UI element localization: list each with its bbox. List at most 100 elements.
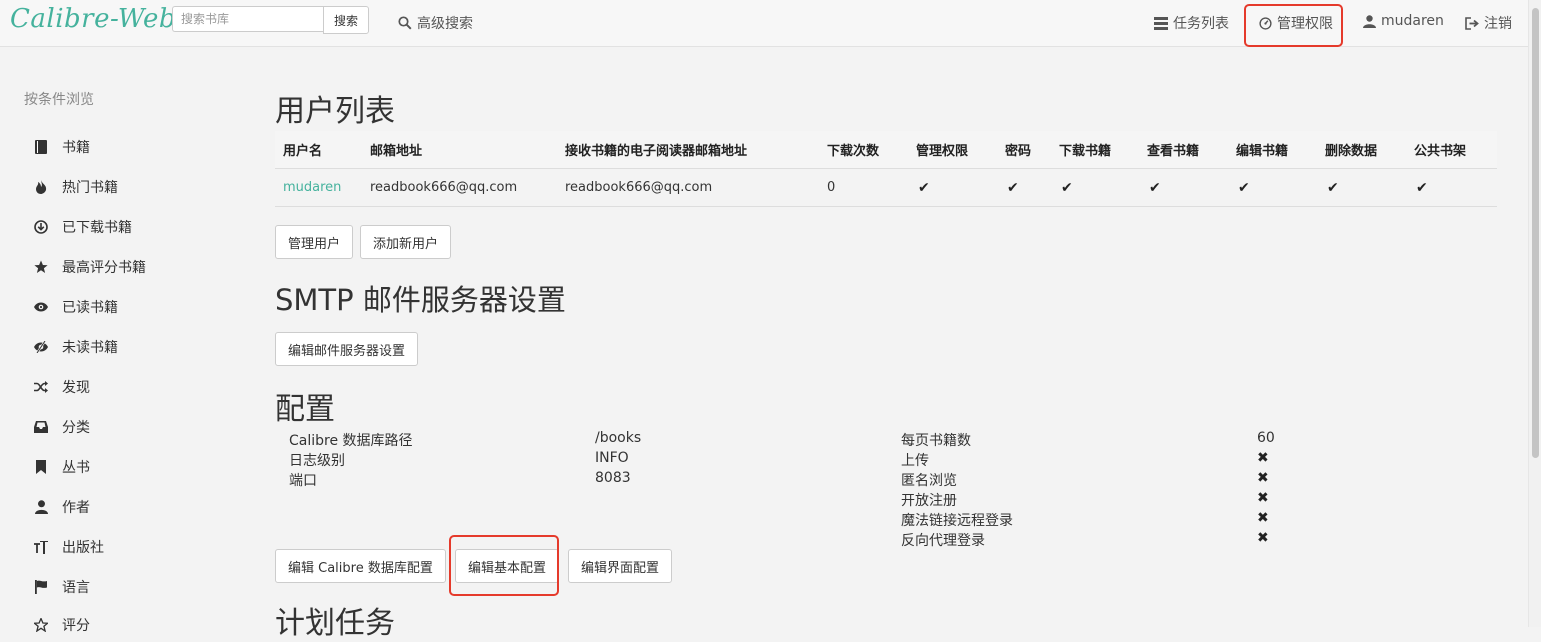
- advanced-search-link[interactable]: 高级搜索: [398, 13, 473, 33]
- username-link[interactable]: mudaren: [283, 180, 341, 195]
- config-value: /books: [595, 430, 642, 446]
- eye-icon: [34, 300, 48, 314]
- column-header: 编辑书籍: [1228, 131, 1317, 169]
- config-label: 日志级别: [289, 453, 345, 469]
- sidebar-item-ratings[interactable]: 评分: [34, 615, 90, 635]
- config-value: INFO: [595, 450, 629, 466]
- sidebar-item-hot[interactable]: 热门书籍: [34, 177, 118, 197]
- email-cell: readbook666@qq.com: [362, 168, 557, 207]
- kindle-email-cell: readbook666@qq.com: [557, 168, 819, 207]
- config-title: 配置: [275, 392, 335, 427]
- column-header: 用户名: [275, 131, 362, 169]
- user-icon: [34, 500, 48, 514]
- scrollbar-thumb[interactable]: [1532, 8, 1539, 458]
- sidebar-item-categories[interactable]: 分类: [34, 417, 90, 437]
- user-list-title: 用户列表: [275, 94, 395, 129]
- sidebar-item-label: 未读书籍: [62, 340, 118, 356]
- sidebar-item-read[interactable]: 已读书籍: [34, 297, 118, 317]
- logout-icon: [1465, 16, 1479, 30]
- sidebar-item-label: 最高评分书籍: [62, 260, 146, 276]
- sidebar-item-series[interactable]: 丛书: [34, 457, 90, 477]
- star-icon: [34, 260, 48, 274]
- sidebar-item-label: 分类: [62, 420, 90, 436]
- sidebar-item-label: 已读书籍: [62, 300, 118, 316]
- config-value: 60: [1257, 430, 1275, 446]
- config-label: 反向代理登录: [901, 533, 985, 549]
- downloads-cell: 0: [819, 168, 908, 207]
- tasks-icon: [1154, 16, 1168, 30]
- check-icon: ✔: [1061, 179, 1073, 196]
- sidebar-item-label: 热门书籍: [62, 180, 118, 196]
- column-header: 公共书架: [1406, 131, 1497, 169]
- sidebar-title: 按条件浏览: [24, 92, 94, 108]
- sidebar-item-label: 已下载书籍: [62, 220, 132, 236]
- cross-icon: ✖: [1257, 530, 1269, 546]
- flag-icon: [34, 580, 48, 594]
- user-profile-link[interactable]: mudaren: [1363, 13, 1444, 29]
- logout-label: 注销: [1484, 16, 1512, 32]
- add-user-button[interactable]: 添加新用户: [360, 225, 452, 259]
- sidebar-item-label: 书籍: [62, 140, 90, 156]
- edit-db-config-button[interactable]: 编辑 Calibre 数据库配置: [275, 549, 446, 583]
- sidebar-item-label: 语言: [62, 580, 90, 596]
- admin-label: 管理权限: [1277, 16, 1333, 32]
- search-icon: [398, 16, 412, 30]
- book-icon: [34, 140, 48, 154]
- column-header: 下载次数: [819, 131, 908, 169]
- search-input[interactable]: [172, 6, 323, 32]
- sidebar-item-downloaded[interactable]: 已下载书籍: [34, 217, 132, 237]
- admin-link[interactable]: 管理权限: [1259, 13, 1333, 33]
- check-icon: ✔: [1416, 179, 1428, 196]
- sidebar-item-authors[interactable]: 作者: [34, 497, 90, 517]
- cross-icon: ✖: [1257, 450, 1269, 466]
- check-icon: ✔: [1238, 179, 1250, 196]
- column-header: 删除数据: [1317, 131, 1406, 169]
- config-label: 匿名浏览: [901, 473, 957, 489]
- app-logo[interactable]: Calibre-Web: [10, 4, 176, 34]
- search-button[interactable]: 搜索: [323, 6, 369, 34]
- edit-basic-config-button[interactable]: 编辑基本配置: [455, 549, 560, 583]
- edit-smtp-button[interactable]: 编辑邮件服务器设置: [275, 332, 419, 366]
- dashboard-icon: [1259, 16, 1272, 30]
- top-navbar: Calibre-Web 搜索 高级搜索 任务列表 管理权限 mudaren 注销: [0, 0, 1528, 47]
- config-label: 每页书籍数: [901, 433, 971, 449]
- sidebar-item-label: 发现: [62, 380, 90, 396]
- check-icon: ✔: [1007, 179, 1019, 196]
- user-table: 用户名 邮箱地址 接收书籍的电子阅读器邮箱地址 下载次数 管理权限 密码 下载书…: [275, 131, 1497, 207]
- sidebar-item-unread[interactable]: 未读书籍: [34, 337, 118, 357]
- column-header: 接收书籍的电子阅读器邮箱地址: [557, 131, 819, 169]
- column-header: 下载书籍: [1051, 131, 1139, 169]
- edit-ui-config-button[interactable]: 编辑界面配置: [568, 549, 673, 583]
- shuffle-icon: [34, 380, 48, 394]
- sidebar-item-label: 评分: [62, 618, 90, 634]
- config-label: 上传: [901, 453, 929, 469]
- table-header-row: 用户名 邮箱地址 接收书籍的电子阅读器邮箱地址 下载次数 管理权限 密码 下载书…: [275, 131, 1497, 169]
- user-name-label: mudaren: [1381, 13, 1444, 29]
- logout-link[interactable]: 注销: [1465, 13, 1512, 33]
- sidebar-item-languages[interactable]: 语言: [34, 577, 90, 597]
- page-scrollbar[interactable]: [1528, 0, 1541, 627]
- text-size-icon: [34, 540, 48, 554]
- sidebar-item-books[interactable]: 书籍: [34, 137, 90, 157]
- cross-icon: ✖: [1257, 510, 1269, 526]
- check-icon: ✔: [1327, 179, 1339, 196]
- sidebar-item-top-rated[interactable]: 最高评分书籍: [34, 257, 146, 277]
- config-label: 魔法链接远程登录: [901, 513, 1013, 529]
- sidebar-item-label: 出版社: [62, 540, 104, 556]
- config-label: 开放注册: [901, 493, 957, 509]
- bookmark-icon: [34, 460, 48, 474]
- inbox-icon: [34, 420, 48, 434]
- manage-users-button[interactable]: 管理用户: [275, 225, 354, 259]
- sidebar-item-discover[interactable]: 发现: [34, 377, 90, 397]
- advanced-search-label: 高级搜索: [417, 16, 473, 32]
- cross-icon: ✖: [1257, 490, 1269, 506]
- sidebar-item-publishers[interactable]: 出版社: [34, 537, 104, 557]
- cross-icon: ✖: [1257, 470, 1269, 486]
- tasks-link[interactable]: 任务列表: [1154, 13, 1229, 33]
- scheduled-tasks-title: 计划任务: [275, 606, 395, 641]
- download-icon: [34, 220, 48, 234]
- column-header: 邮箱地址: [362, 131, 557, 169]
- table-row: mudaren readbook666@qq.com readbook666@q…: [275, 168, 1497, 207]
- smtp-title: SMTP 邮件服务器设置: [275, 283, 566, 317]
- check-icon: ✔: [1149, 179, 1161, 196]
